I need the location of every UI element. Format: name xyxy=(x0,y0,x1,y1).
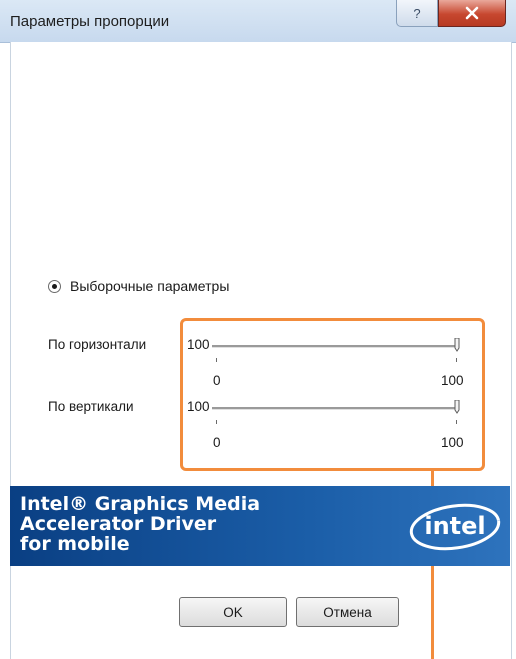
close-icon xyxy=(465,6,479,20)
help-button[interactable]: ? xyxy=(396,0,438,27)
radio-button[interactable] xyxy=(48,279,61,293)
dialog-window: Параметры пропорции ? Выборочные парамет… xyxy=(0,0,516,659)
banner-line-1: Intel® Graphics Media xyxy=(20,493,261,515)
ok-button[interactable]: OK xyxy=(179,597,287,627)
highlight-box xyxy=(180,318,485,471)
banner-line-2: Accelerator Driver xyxy=(20,513,217,535)
intel-logo: intel xyxy=(409,503,501,551)
cancel-button[interactable]: Отмена xyxy=(296,597,399,627)
title-bar-buttons: ? xyxy=(396,0,506,30)
close-button[interactable] xyxy=(438,0,506,27)
intel-logo-text: intel xyxy=(424,512,485,540)
banner-line-3: for mobile xyxy=(20,533,130,555)
help-icon: ? xyxy=(413,5,421,21)
banner-text: Intel® Graphics Media Accelerator Driver… xyxy=(20,494,260,554)
horizontal-label: По горизонтали xyxy=(48,337,147,352)
intel-banner: Intel® Graphics Media Accelerator Driver… xyxy=(10,486,510,566)
window-title: Параметры пропорции xyxy=(10,13,170,30)
custom-settings-option[interactable]: Выборочные параметры xyxy=(48,278,229,294)
vertical-label: По вертикали xyxy=(48,399,134,414)
title-bar: Параметры пропорции ? xyxy=(0,0,516,43)
radio-label: Выборочные параметры xyxy=(70,278,230,294)
